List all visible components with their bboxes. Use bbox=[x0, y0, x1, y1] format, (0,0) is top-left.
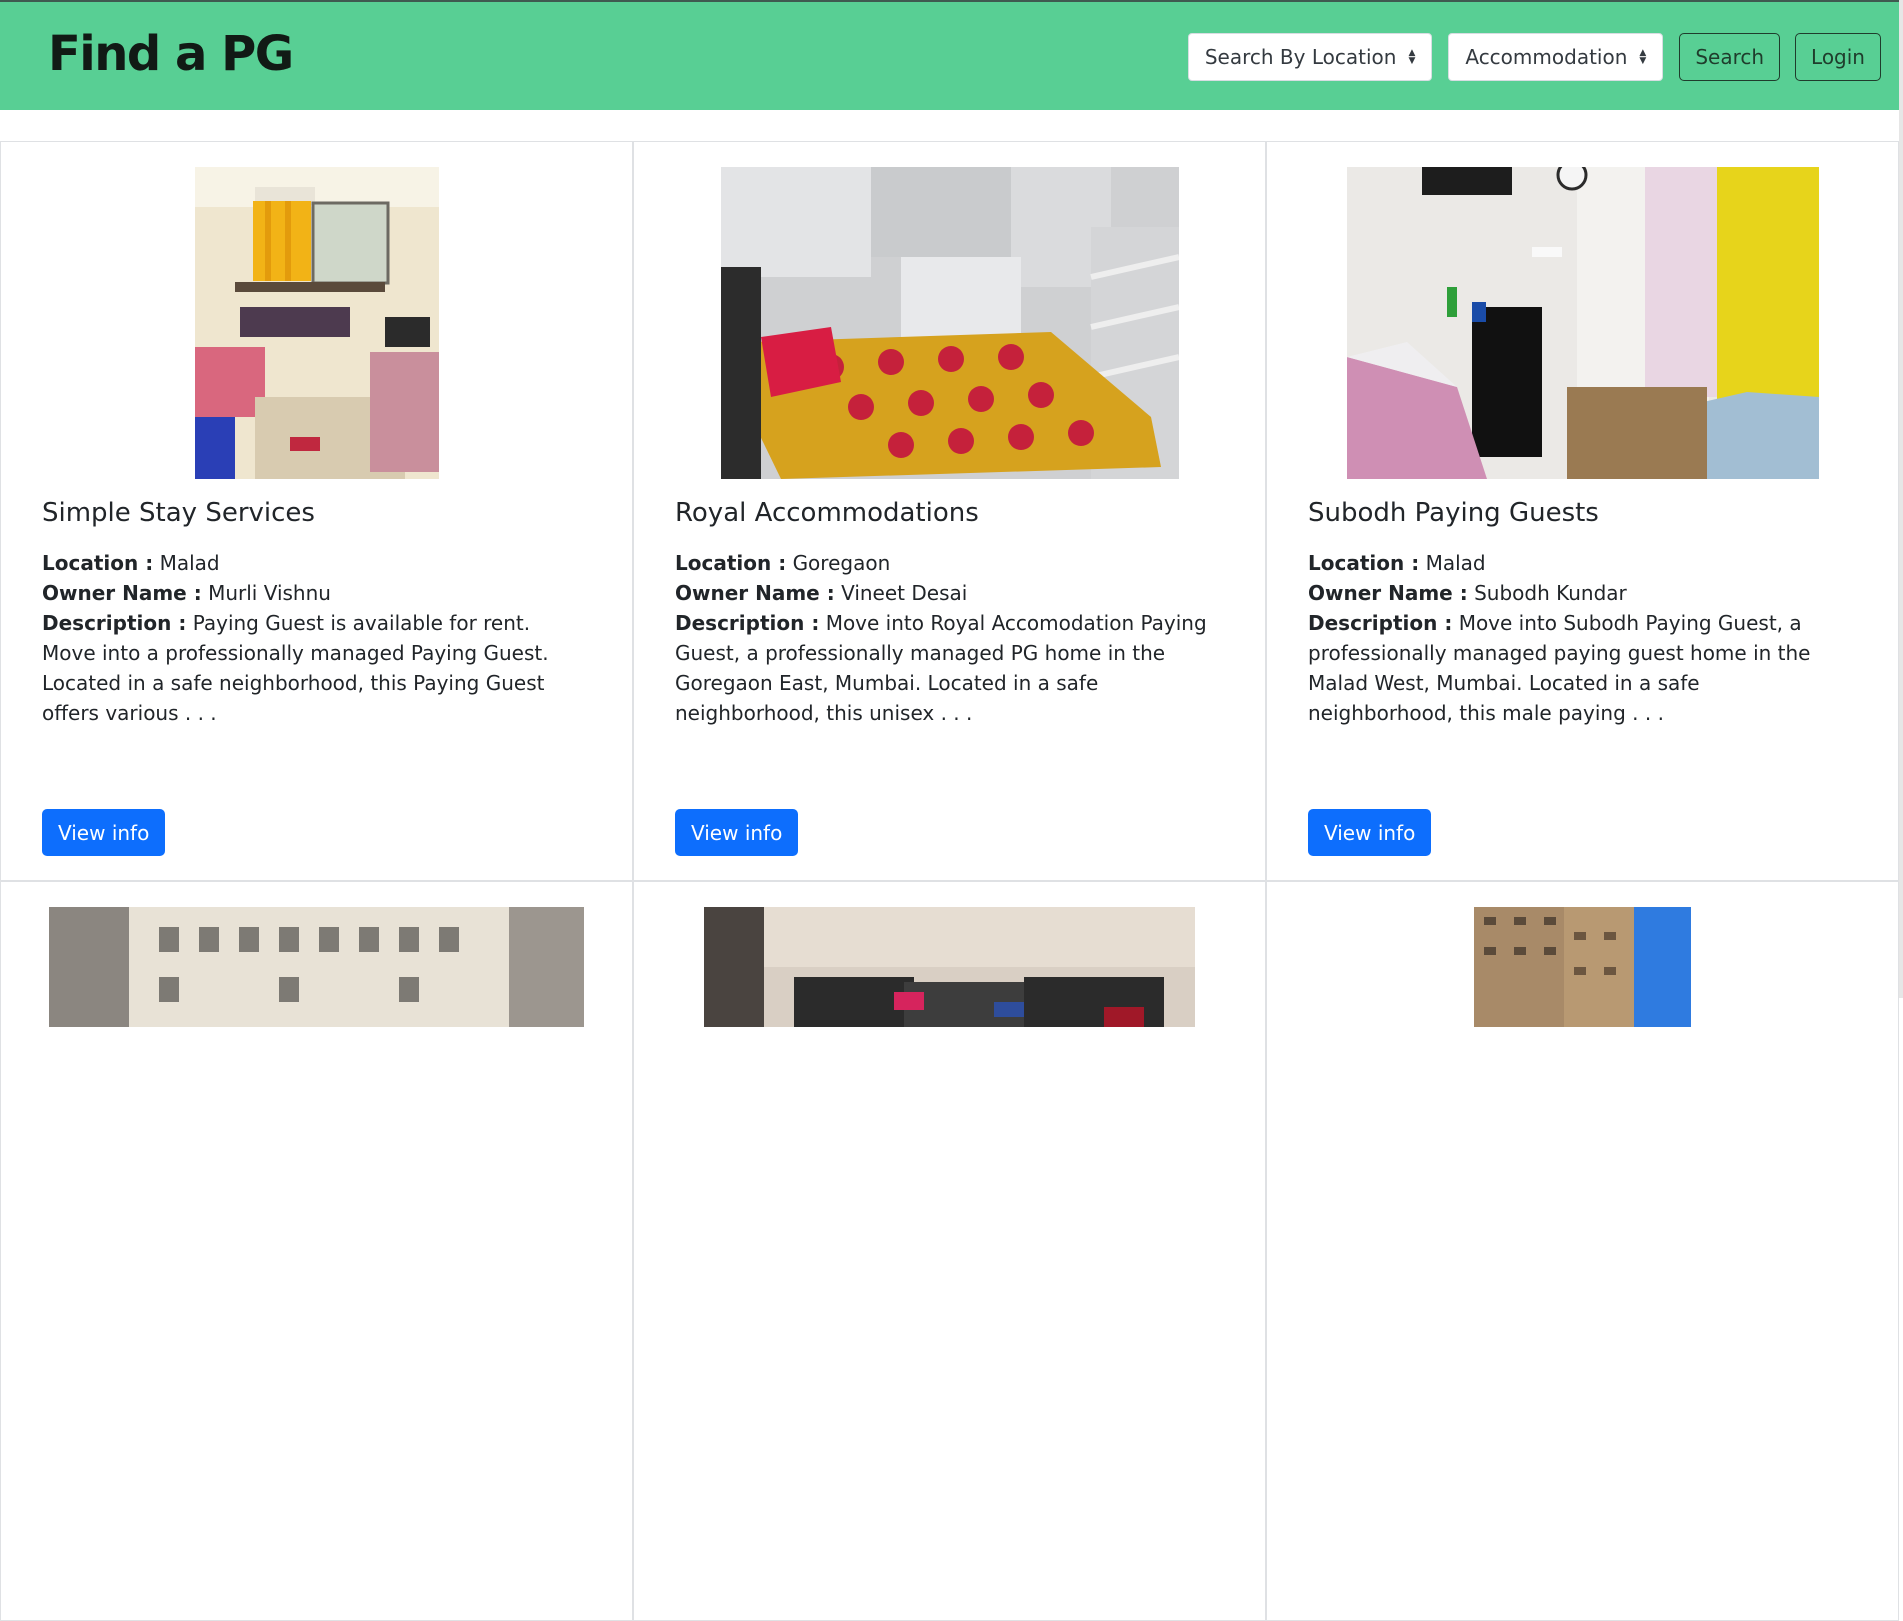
location-row: Location : Malad bbox=[42, 548, 582, 578]
location-value: Malad bbox=[1425, 551, 1486, 575]
location-label: Location : bbox=[1308, 551, 1420, 575]
listing-card: Royal Accommodations Location : Goregaon… bbox=[633, 141, 1266, 881]
description-row: Description : Move into Royal Accomodati… bbox=[675, 608, 1215, 728]
description-row: Description : Paying Guest is available … bbox=[42, 608, 582, 728]
view-info-button[interactable]: View info bbox=[42, 809, 166, 856]
description-label: Description : bbox=[42, 611, 187, 635]
listing-card: Subodh Paying Guests Location : Malad Ow… bbox=[1266, 141, 1899, 881]
page-scrollbar[interactable] bbox=[1899, 0, 1903, 998]
owner-label: Owner Name : bbox=[42, 581, 202, 605]
pg-room-photo bbox=[704, 907, 1195, 1027]
location-row: Location : Malad bbox=[1308, 548, 1848, 578]
listing-card bbox=[1266, 881, 1899, 1621]
listing-grid: Simple Stay Services Location : Malad Ow… bbox=[0, 141, 1899, 1621]
listing-title: Simple Stay Services bbox=[42, 498, 315, 528]
owner-row: Owner Name : Vineet Desai bbox=[675, 578, 1215, 608]
owner-row: Owner Name : Subodh Kundar bbox=[1308, 578, 1848, 608]
owner-value: Subodh Kundar bbox=[1474, 581, 1627, 605]
search-button[interactable]: Search bbox=[1679, 33, 1781, 81]
pg-room-photo bbox=[194, 167, 439, 479]
accommodation-select[interactable]: Accommodation ▲ ▼ bbox=[1448, 33, 1664, 81]
location-label: Location : bbox=[42, 551, 154, 575]
listing-title: Subodh Paying Guests bbox=[1308, 498, 1599, 528]
listing-card bbox=[0, 881, 633, 1621]
description-label: Description : bbox=[1308, 611, 1453, 635]
location-select[interactable]: Search By Location ▲ ▼ bbox=[1187, 33, 1433, 81]
accommodation-select-value: Accommodation bbox=[1465, 45, 1628, 69]
location-value: Goregaon bbox=[792, 551, 891, 575]
navbar: Find a PG Search By Location ▲ ▼ Accommod… bbox=[0, 2, 1903, 110]
listing-title: Royal Accommodations bbox=[675, 498, 979, 528]
listing-details: Location : Goregaon Owner Name : Vineet … bbox=[675, 548, 1215, 728]
owner-label: Owner Name : bbox=[675, 581, 835, 605]
owner-value: Murli Vishnu bbox=[208, 581, 331, 605]
view-info-button[interactable]: View info bbox=[675, 809, 799, 856]
description-row: Description : Move into Subodh Paying Gu… bbox=[1308, 608, 1848, 728]
listing-card bbox=[633, 881, 1266, 1621]
owner-label: Owner Name : bbox=[1308, 581, 1468, 605]
login-button[interactable]: Login bbox=[1795, 33, 1881, 81]
pg-room-photo bbox=[1346, 167, 1819, 479]
navbar-controls: Search By Location ▲ ▼ Accommodation ▲ ▼ S… bbox=[1187, 33, 1881, 81]
pg-building-photo bbox=[49, 907, 584, 1027]
pg-building-photo bbox=[1474, 907, 1691, 1027]
listing-card: Simple Stay Services Location : Malad Ow… bbox=[0, 141, 633, 881]
select-caret-icon: ▲ ▼ bbox=[1408, 48, 1416, 66]
listing-details: Location : Malad Owner Name : Subodh Kun… bbox=[1308, 548, 1848, 728]
listing-details: Location : Malad Owner Name : Murli Vish… bbox=[42, 548, 582, 728]
owner-row: Owner Name : Murli Vishnu bbox=[42, 578, 582, 608]
brand-title[interactable]: Find a PG bbox=[48, 24, 294, 84]
description-label: Description : bbox=[675, 611, 820, 635]
location-value: Malad bbox=[159, 551, 220, 575]
view-info-button[interactable]: View info bbox=[1308, 809, 1432, 856]
location-select-value: Search By Location bbox=[1204, 45, 1397, 69]
location-label: Location : bbox=[675, 551, 787, 575]
select-caret-icon: ▲ ▼ bbox=[1639, 48, 1647, 66]
pg-room-photo bbox=[720, 167, 1179, 479]
location-row: Location : Goregaon bbox=[675, 548, 1215, 578]
owner-value: Vineet Desai bbox=[841, 581, 968, 605]
